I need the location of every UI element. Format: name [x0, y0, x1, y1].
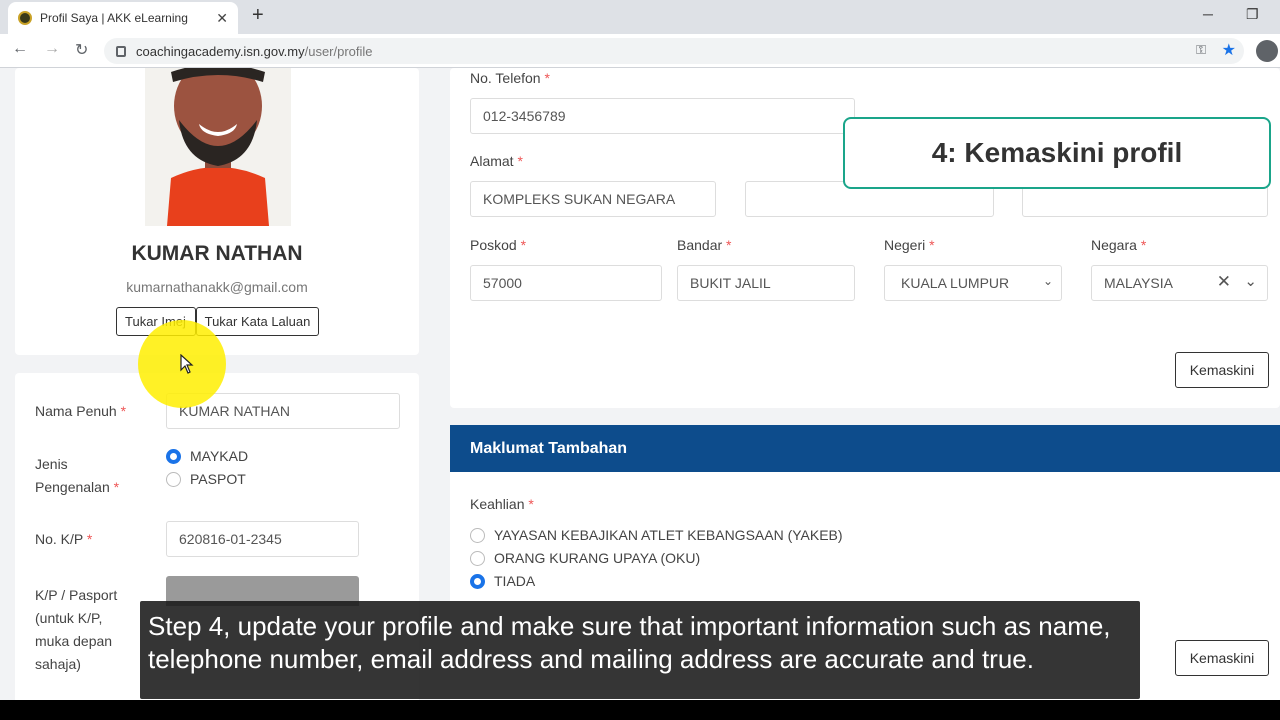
- ic-number-field[interactable]: 620816-01-2345: [166, 521, 359, 557]
- postcode-label: Poskod *: [470, 237, 527, 253]
- skill-label: Keahlian *: [470, 496, 534, 512]
- url-field[interactable]: coachingacademy.isn.gov.my/user/profile …: [104, 38, 1244, 64]
- country-select[interactable]: MALAYSIA ✕ ⌄: [1091, 265, 1268, 301]
- update-contact-button[interactable]: Kemaskini: [1175, 352, 1269, 388]
- subtitle-caption: Step 4, update your profile and make sur…: [140, 601, 1140, 699]
- key-icon[interactable]: ⚿: [1196, 42, 1206, 58]
- radio-tiada[interactable]: TIADA: [470, 573, 535, 589]
- phone-label: No. Telefon *: [470, 70, 550, 86]
- radio-checked-icon: [470, 573, 485, 589]
- url-path: /user/profile: [304, 43, 373, 59]
- lock-icon: [116, 45, 126, 57]
- forward-icon[interactable]: →: [44, 40, 60, 58]
- postcode-field[interactable]: 57000: [470, 265, 662, 301]
- radio-unchecked-icon: [166, 471, 181, 487]
- full-name-label: Nama Penuh *: [35, 403, 127, 419]
- clear-icon[interactable]: ✕: [1217, 272, 1231, 292]
- state-label: Negeri *: [884, 237, 935, 253]
- step-callout: 4: Kemaskini profil: [843, 117, 1271, 189]
- state-select[interactable]: KUALA LUMPUR ⌄: [884, 265, 1062, 301]
- mouse-cursor-icon: [180, 353, 194, 379]
- site-favicon-icon: [18, 11, 32, 25]
- id-type-label-1: Jenis: [35, 456, 68, 472]
- address-line-1-field[interactable]: KOMPLEKS SUKAN NEGARA: [470, 181, 716, 217]
- url-domain: coachingacademy.isn.gov.my: [136, 43, 305, 59]
- passport-label-2: (untuk K/P,: [35, 610, 103, 626]
- radio-yakeb[interactable]: YAYASAN KEBAJIKAN ATLET KEBANGSAAN (YAKE…: [470, 527, 843, 543]
- chevron-down-icon: ⌄: [1042, 274, 1053, 288]
- tab-close-icon[interactable]: ✕: [216, 10, 228, 27]
- city-field[interactable]: BUKIT JALIL: [677, 265, 855, 301]
- radio-checked-icon: [166, 448, 181, 464]
- profile-email: kumarnathanakk@gmail.com: [126, 279, 308, 295]
- video-letterbox: [0, 700, 1280, 720]
- browser-tab[interactable]: Profil Saya | AKK eLearning ✕: [8, 2, 238, 34]
- new-tab-button[interactable]: +: [252, 4, 264, 27]
- country-label: Negara *: [1091, 237, 1147, 253]
- passport-label-4: sahaja): [35, 656, 81, 672]
- phone-field[interactable]: 012-3456789: [470, 98, 855, 134]
- passport-label-3: muka depan: [35, 633, 113, 649]
- browser-profile-icon[interactable]: [1256, 40, 1278, 62]
- back-icon[interactable]: ←: [12, 40, 28, 58]
- reload-icon[interactable]: ↻: [75, 40, 88, 60]
- profile-name: KUMAR NATHAN: [131, 242, 303, 265]
- radio-unchecked-icon: [470, 550, 485, 566]
- address-bar: ← → ↻ coachingacademy.isn.gov.my/user/pr…: [0, 34, 1280, 68]
- ic-label: No. K/P *: [35, 531, 93, 547]
- bookmark-star-icon[interactable]: ★: [1222, 40, 1236, 60]
- avatar: [145, 68, 291, 226]
- change-password-button[interactable]: Tukar Kata Laluan: [196, 307, 319, 336]
- radio-unchecked-icon: [470, 527, 485, 543]
- city-label: Bandar *: [677, 237, 732, 253]
- minimize-icon[interactable]: ─: [1203, 6, 1213, 22]
- passport-label-1: K/P / Pasport: [35, 587, 118, 603]
- section-header: Maklumat Tambahan: [450, 425, 1280, 472]
- tab-bar: Profil Saya | AKK eLearning ✕ + ─ ❐: [0, 0, 1280, 34]
- radio-oku[interactable]: ORANG KURANG UPAYA (OKU): [470, 550, 700, 566]
- address-label: Alamat *: [470, 153, 523, 169]
- id-type-label-2: Pengenalan *: [35, 479, 120, 495]
- radio-paspot[interactable]: PASPOT: [166, 471, 246, 487]
- restore-icon[interactable]: ❐: [1246, 6, 1259, 23]
- update-extra-button[interactable]: Kemaskini: [1175, 640, 1269, 676]
- chevron-down-icon[interactable]: ⌄: [1244, 272, 1257, 290]
- radio-maykad[interactable]: MAYKAD: [166, 448, 248, 464]
- tab-title: Profil Saya | AKK eLearning: [40, 11, 188, 25]
